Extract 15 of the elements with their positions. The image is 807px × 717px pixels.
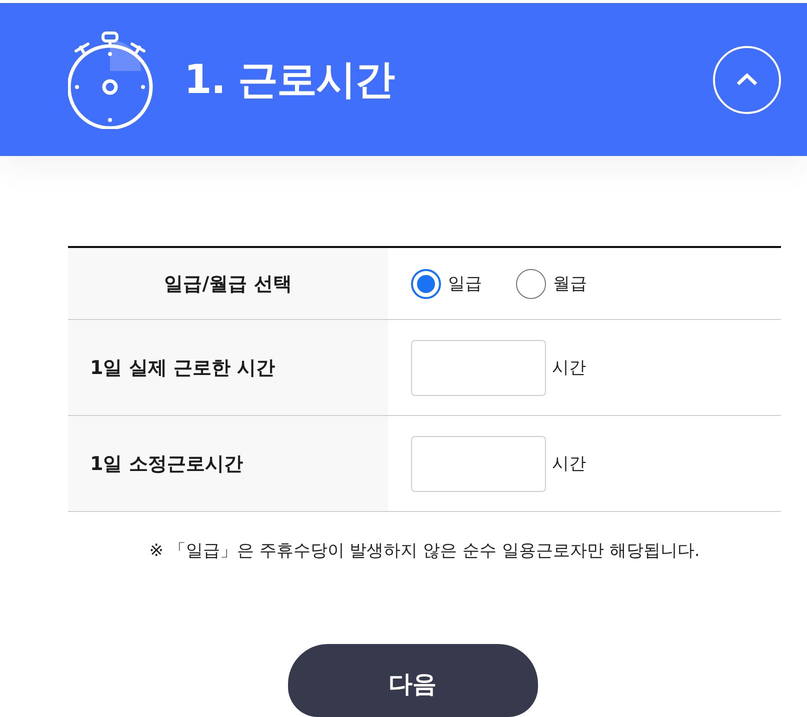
radio-option[interactable]: 월급 — [516, 268, 587, 298]
unit-label: 시간 — [552, 453, 586, 475]
row-label: 1일 실제 근로한 시간 — [68, 320, 388, 415]
row-label: 1일 소정근로시간 — [68, 416, 388, 511]
radio-empty-icon[interactable] — [516, 268, 546, 298]
unit-label: 시간 — [552, 357, 586, 379]
note-text: ※ 「일급」은 주휴수당이 발생하지 않은 순수 일용근로자만 해당됩니다. — [148, 540, 701, 562]
radio-selected-icon[interactable] — [411, 268, 441, 298]
row-label: 일급/월급 선택 — [68, 248, 388, 319]
hours-input-field[interactable] — [411, 340, 546, 396]
next-button[interactable]: 다음 — [288, 644, 538, 717]
collapse-button[interactable] — [713, 46, 781, 114]
section-title: 1. 근로시간 — [184, 56, 396, 105]
radio-option[interactable]: 일급 — [411, 268, 482, 298]
hours-input-field[interactable] — [411, 436, 546, 492]
